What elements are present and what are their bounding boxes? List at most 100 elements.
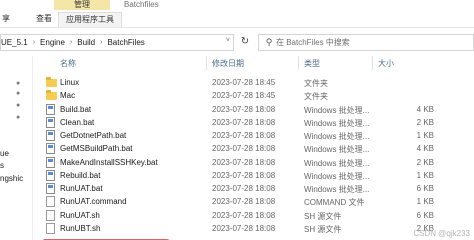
file-name: RunUBT.sh	[60, 223, 101, 233]
file-size: 6 KB	[416, 210, 434, 220]
column-header-name[interactable]: 名称	[60, 58, 76, 69]
file-type: Windows 批处理...	[304, 185, 370, 194]
navigation-pane: ● ● ● ● ue s ngshic	[0, 56, 28, 240]
tab-share[interactable]: 享	[0, 12, 16, 26]
file-size: 2 KB	[416, 157, 434, 167]
file-size: 6 KB	[416, 184, 434, 193]
column-divider[interactable]	[298, 56, 299, 70]
file-row[interactable]: Clean.bat 2023-07-28 18:08 Windows 批处理... 2…	[36, 116, 474, 129]
file-name: GetDotnetPath.bat	[60, 131, 127, 140]
column-divider[interactable]	[372, 56, 373, 70]
folder-icon	[46, 77, 57, 87]
file-size: 1 KB	[416, 131, 434, 140]
breadcrumb-batchfiles[interactable]: BatchFiles	[107, 38, 144, 47]
breadcrumb-build[interactable]: Build	[77, 38, 95, 47]
search-placeholder: 在 BatchFiles 中搜索	[276, 38, 350, 47]
search-icon: ⚲	[265, 37, 273, 47]
file-type: SH 源文件	[304, 224, 342, 234]
file-type: 文件夹	[304, 92, 328, 102]
folder-icon	[46, 90, 57, 101]
column-header-size[interactable]: 大小	[378, 58, 394, 69]
file-row[interactable]: RunUBT.sh 2023-07-28 18:08 SH 源文件 2 KB	[36, 222, 474, 235]
file-type: Windows 批处理...	[304, 118, 370, 128]
file-name: Mac	[60, 91, 76, 101]
batch-file-icon	[46, 143, 55, 155]
file-type: Windows 批处理...	[304, 105, 370, 115]
file-row[interactable]: Rebuild.bat 2023-07-28 18:08 Windows 批处理..…	[36, 169, 474, 182]
nav-item[interactable]: ue	[0, 149, 28, 158]
file-date: 2023-07-28 18:08	[212, 184, 276, 193]
batch-file-icon	[46, 103, 55, 115]
chevron-down-icon[interactable]: ˅	[226, 37, 230, 44]
file-date: 2023-07-28 18:08	[212, 144, 276, 154]
pin-icon[interactable]: ●	[16, 102, 24, 110]
file-type: SH 源文件	[304, 211, 342, 221]
chevron-right-icon: ›	[100, 39, 103, 46]
file-date: 2023-07-28 18:08	[212, 170, 276, 180]
file-row[interactable]: GetDotnetPath.bat 2023-07-28 18:08 Windows…	[36, 129, 474, 142]
batch-file-icon	[46, 156, 55, 168]
file-type: Windows 批处理...	[304, 132, 370, 141]
file-type: COMMAND 文件	[304, 198, 365, 208]
file-name: RunUAT.bat	[60, 184, 103, 193]
context-group-manage[interactable]: 管理	[54, 0, 110, 10]
file-type: Windows 批处理...	[304, 145, 370, 155]
batch-file-icon	[46, 169, 55, 181]
batch-file-icon	[46, 130, 55, 141]
file-row[interactable]: MakeAndInstallSSHKey.bat 2023-07-28 18:08…	[36, 156, 474, 169]
nav-item[interactable]: s	[0, 161, 28, 170]
script-file-icon	[46, 209, 55, 221]
chevron-right-icon: ›	[69, 39, 73, 46]
ribbon: 管理 Batchfiles 享 查看 应用程序工具	[0, 0, 474, 28]
pin-icon[interactable]: ●	[16, 114, 24, 122]
file-name: Linux	[60, 78, 80, 87]
file-date: 2023-07-28 18:08	[212, 223, 276, 233]
file-row[interactable]: GetMSBuildPath.bat 2023-07-28 18:08 Window…	[36, 142, 474, 155]
file-row[interactable]: Mac 2023-07-28 18:45 文件夹	[36, 89, 474, 102]
file-date: 2023-07-28 18:08	[212, 197, 276, 207]
file-name: Build.bat	[60, 104, 92, 114]
file-row[interactable]: RunUAT.command 2023-07-28 18:08 COMMAND 文件…	[36, 195, 474, 208]
file-row[interactable]: RunUAT.bat 2023-07-28 18:08 Windows 批处理...…	[36, 182, 474, 195]
batch-file-icon	[46, 116, 55, 128]
pane-divider[interactable]	[32, 56, 33, 240]
window-title: Batchfiles	[124, 0, 159, 9]
file-name: RunUAT.sh	[60, 210, 100, 220]
tab-application-tools[interactable]: 应用程序工具	[58, 12, 122, 27]
sort-ascending-icon: ^	[195, 54, 198, 57]
chevron-right-icon: ›	[32, 39, 36, 46]
script-file-icon	[46, 196, 55, 208]
file-row[interactable]: RunUAT.sh 2023-07-28 18:08 SH 源文件 6 KB	[36, 209, 474, 222]
file-size: 4 KB	[416, 144, 434, 154]
file-date: 2023-07-28 18:08	[212, 210, 276, 220]
file-name: MakeAndInstallSSHKey.bat	[60, 157, 158, 167]
file-date: 2023-07-28 18:08	[212, 104, 276, 114]
file-type: 文件夹	[304, 79, 328, 88]
refresh-icon[interactable]: ↻	[237, 34, 253, 49]
column-header-type[interactable]: 类型	[304, 58, 320, 69]
watermark: CSDN @qjk233	[413, 229, 470, 238]
file-date: 2023-07-28 18:45	[212, 91, 276, 101]
file-date: 2023-07-28 18:08	[212, 117, 276, 127]
column-divider[interactable]	[206, 56, 207, 70]
script-file-icon	[46, 222, 55, 234]
file-size: 2 KB	[416, 117, 434, 127]
column-header-date[interactable]: 修改日期	[212, 58, 244, 69]
file-size: 1 KB	[416, 197, 434, 207]
pin-icon[interactable]: ●	[16, 90, 24, 98]
file-name: RunUAT.command	[60, 197, 127, 207]
file-name: GetMSBuildPath.bat	[60, 144, 133, 154]
file-type: Windows 批处理...	[304, 171, 370, 181]
breadcrumb-engine[interactable]: Engine	[40, 38, 65, 47]
pin-icon[interactable]: ●	[16, 80, 24, 88]
file-row[interactable]: Build.bat 2023-07-28 18:08 Windows 批处理... 4…	[36, 103, 474, 116]
address-bar[interactable]: UE_5.1 › Engine › Build › BatchFiles ˅	[0, 34, 234, 51]
breadcrumb-ue51[interactable]: UE_5.1	[1, 38, 28, 47]
column-header-row: ^ 名称 修改日期 类型 大小	[36, 54, 474, 72]
file-date: 2023-07-28 18:45	[212, 78, 276, 87]
search-input[interactable]: ⚲ 在 BatchFiles 中搜索	[258, 34, 474, 51]
file-row[interactable]: Linux 2023-07-28 18:45 文件夹	[36, 76, 474, 89]
batch-file-icon	[46, 183, 55, 194]
nav-item[interactable]: ngshic	[0, 174, 28, 183]
tab-view[interactable]: 查看	[32, 12, 56, 26]
